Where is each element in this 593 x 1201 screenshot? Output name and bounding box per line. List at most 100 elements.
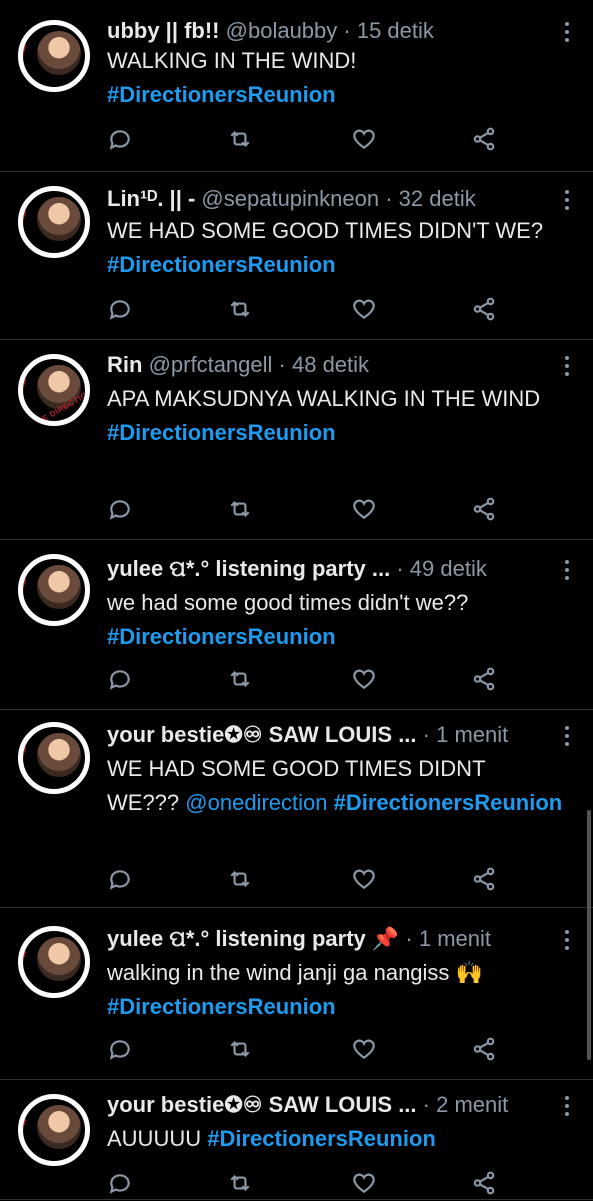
hashtag-link[interactable]: #DirectionersReunion bbox=[207, 1126, 436, 1151]
timestamp[interactable]: 2 menit bbox=[436, 1092, 508, 1117]
tweet-text-segment: WALKING IN THE WIND! bbox=[107, 48, 357, 73]
tweet-actions bbox=[107, 1036, 507, 1062]
avatar[interactable]: ONE DIRECTION bbox=[18, 354, 90, 426]
retweet-icon[interactable] bbox=[227, 1170, 253, 1196]
like-icon[interactable] bbox=[351, 666, 377, 692]
avatar-image: 10 YEARS OF ONE DIRECTION bbox=[18, 722, 90, 794]
hashtag-link[interactable]: #DirectionersReunion bbox=[107, 82, 336, 107]
display-name[interactable]: Rin bbox=[107, 352, 142, 377]
tweet-header: Rin @prfctangell · 48 detik bbox=[107, 350, 553, 380]
more-icon[interactable] bbox=[561, 1092, 573, 1120]
tweet[interactable]: 10 YEARS OF ONE DIRECTION ubby || fb!! @b… bbox=[0, 0, 593, 172]
display-name[interactable]: your bestie✪♾ SAW LOUIS ... bbox=[107, 722, 417, 747]
retweet-icon[interactable] bbox=[227, 496, 253, 522]
tweet-actions bbox=[107, 126, 507, 152]
like-icon[interactable] bbox=[351, 496, 377, 522]
user-handle[interactable]: @prfctangell bbox=[149, 352, 273, 377]
avatar[interactable]: 10 YEARS OF ONE DIRECTION bbox=[18, 554, 90, 626]
user-handle[interactable]: @sepatupinkneon bbox=[201, 186, 379, 211]
reply-icon[interactable] bbox=[107, 496, 133, 522]
avatar-image: 10 YEARS OF ONE DIRECTION bbox=[18, 926, 90, 998]
tweet-text: WE HAD SOME GOOD TIMES DIDNT WE??? @oned… bbox=[107, 752, 563, 820]
display-name[interactable]: your bestie✪♾ SAW LOUIS ... bbox=[107, 1092, 417, 1117]
hashtag-link[interactable]: #DirectionersReunion bbox=[107, 420, 336, 445]
reply-icon[interactable] bbox=[107, 666, 133, 692]
more-icon[interactable] bbox=[561, 352, 573, 380]
avatar[interactable]: 10 YEARS OF ONE DIRECTION bbox=[18, 20, 90, 92]
tweet[interactable]: 10 YEARS OF ONE DIRECTION yulee ପ*.° list… bbox=[0, 540, 593, 710]
tweet-text-segment: WE HAD SOME GOOD TIMES DIDN'T WE? bbox=[107, 218, 544, 243]
avatar-image: 10 YEARS OF ONE DIRECTION bbox=[18, 554, 90, 626]
timestamp[interactable]: 1 menit bbox=[436, 722, 508, 747]
like-icon[interactable] bbox=[351, 126, 377, 152]
avatar-image: ONE DIRECTION bbox=[18, 354, 90, 426]
hashtag-link[interactable]: #DirectionersReunion bbox=[107, 994, 336, 1019]
tweet-text: AUUUUU #DirectionersReunion bbox=[107, 1122, 563, 1156]
more-icon[interactable] bbox=[561, 186, 573, 214]
more-icon[interactable] bbox=[561, 556, 573, 584]
timestamp[interactable]: 1 menit bbox=[419, 926, 491, 951]
more-icon[interactable] bbox=[561, 18, 573, 46]
hashtag-link[interactable]: #DirectionersReunion bbox=[107, 624, 336, 649]
reply-icon[interactable] bbox=[107, 126, 133, 152]
avatar[interactable]: 10 YEARS OF ONE DIRECTION bbox=[18, 722, 90, 794]
tweet-header: Lin¹ᴰ. || - @sepatupinkneon · 32 detik bbox=[107, 184, 553, 214]
share-icon[interactable] bbox=[471, 496, 497, 522]
display-name[interactable]: Lin¹ᴰ. || - bbox=[107, 186, 195, 211]
timestamp[interactable]: 49 detik bbox=[410, 556, 487, 581]
tweet-text-segment: APA MAKSUDNYA WALKING IN THE WIND bbox=[107, 386, 541, 411]
reply-icon[interactable] bbox=[107, 1170, 133, 1196]
share-icon[interactable] bbox=[471, 1036, 497, 1062]
retweet-icon[interactable] bbox=[227, 1036, 253, 1062]
reply-icon[interactable] bbox=[107, 296, 133, 322]
avatar[interactable]: 10 YEARS OF ONE DIRECTION bbox=[18, 186, 90, 258]
display-name[interactable]: yulee ପ*.° listening party 📌 bbox=[107, 926, 399, 951]
like-icon[interactable] bbox=[351, 866, 377, 892]
share-icon[interactable] bbox=[471, 1170, 497, 1196]
separator-dot: · bbox=[422, 1092, 437, 1117]
more-icon[interactable] bbox=[561, 926, 573, 954]
like-icon[interactable] bbox=[351, 296, 377, 322]
tweet-actions bbox=[107, 296, 507, 322]
timestamp[interactable]: 15 detik bbox=[357, 18, 434, 43]
avatar-image: 10 YEARS OF ONE DIRECTION bbox=[18, 1094, 90, 1166]
retweet-icon[interactable] bbox=[227, 866, 253, 892]
like-icon[interactable] bbox=[351, 1036, 377, 1062]
retweet-icon[interactable] bbox=[227, 666, 253, 692]
tweet[interactable]: 10 YEARS OF ONE DIRECTION your bestie✪♾ S… bbox=[0, 1080, 593, 1200]
reply-icon[interactable] bbox=[107, 1036, 133, 1062]
retweet-icon[interactable] bbox=[227, 296, 253, 322]
scrollbar[interactable] bbox=[587, 810, 591, 1060]
avatar-image: 10 YEARS OF ONE DIRECTION bbox=[18, 20, 90, 92]
avatar[interactable]: 10 YEARS OF ONE DIRECTION bbox=[18, 1094, 90, 1166]
avatar[interactable]: 10 YEARS OF ONE DIRECTION bbox=[18, 926, 90, 998]
hashtag-link[interactable]: #DirectionersReunion bbox=[334, 790, 563, 815]
tweet-text: APA MAKSUDNYA WALKING IN THE WIND #Direc… bbox=[107, 382, 563, 450]
display-name[interactable]: ubby || fb!! bbox=[107, 18, 220, 43]
timestamp[interactable]: 32 detik bbox=[399, 186, 476, 211]
tweet-text-segment: AUUUUU bbox=[107, 1126, 202, 1151]
more-icon[interactable] bbox=[561, 722, 573, 750]
tweet-header: yulee ପ*.° listening party ... · 49 deti… bbox=[107, 554, 553, 584]
share-icon[interactable] bbox=[471, 296, 497, 322]
timestamp[interactable]: 48 detik bbox=[292, 352, 369, 377]
retweet-icon[interactable] bbox=[227, 126, 253, 152]
mention-link[interactable]: @onedirection bbox=[185, 790, 327, 815]
tweet[interactable]: ONE DIRECTION Rin @prfctangell · 48 detik… bbox=[0, 340, 593, 540]
tweet-text: walking in the wind janji ga nangiss 🙌 #… bbox=[107, 956, 563, 1024]
separator-dot: · bbox=[379, 186, 399, 211]
hashtag-link[interactable]: #DirectionersReunion bbox=[107, 252, 336, 277]
user-handle[interactable]: @bolaubby bbox=[226, 18, 338, 43]
tweet-text: we had some good times didn't we?? #Dire… bbox=[107, 586, 563, 654]
tweet[interactable]: 10 YEARS OF ONE DIRECTION Lin¹ᴰ. || - @se… bbox=[0, 172, 593, 340]
share-icon[interactable] bbox=[471, 866, 497, 892]
tweet[interactable]: 10 YEARS OF ONE DIRECTION yulee ପ*.° list… bbox=[0, 908, 593, 1080]
tweet-header: yulee ପ*.° listening party 📌 · 1 menit bbox=[107, 924, 553, 954]
tweet[interactable]: 10 YEARS OF ONE DIRECTION your bestie✪♾ S… bbox=[0, 710, 593, 908]
share-icon[interactable] bbox=[471, 126, 497, 152]
share-icon[interactable] bbox=[471, 666, 497, 692]
tweet-header: your bestie✪♾ SAW LOUIS ... · 2 menit bbox=[107, 1090, 553, 1120]
reply-icon[interactable] bbox=[107, 866, 133, 892]
like-icon[interactable] bbox=[351, 1170, 377, 1196]
display-name[interactable]: yulee ପ*.° listening party ... bbox=[107, 556, 390, 581]
